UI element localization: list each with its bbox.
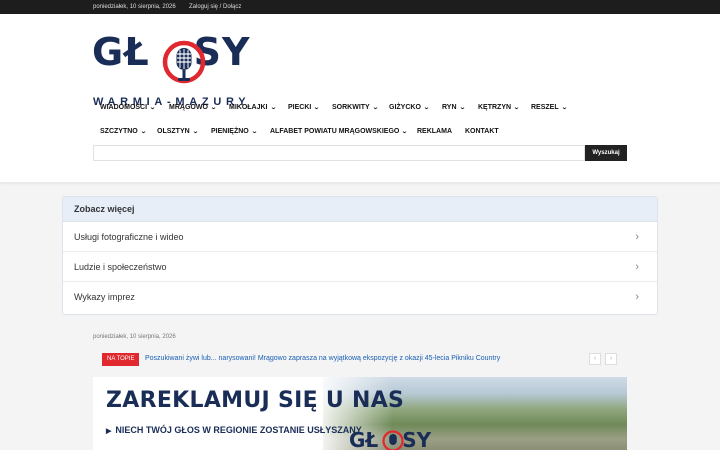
chevron-down-icon: ⌄ [458, 105, 466, 111]
nav-item-olsztyn[interactable]: OLSZTYN ⌄ [157, 128, 198, 135]
see-more-item-events[interactable]: Wykazy imprez › [63, 282, 657, 312]
login-link[interactable]: Zaloguj się / Dołącz [189, 4, 241, 10]
see-more-box: Zobacz więcej Usługi fotograficzne i wid… [62, 196, 658, 315]
chevron-right-icon: › [635, 261, 639, 273]
nav-item-mikołajki[interactable]: MIKOŁAJKI ⌄ [229, 104, 276, 111]
microphone-icon [382, 430, 404, 450]
chevron-down-icon: ⌄ [513, 105, 520, 111]
nav-item-piecki[interactable]: PIECKI ⌄ [288, 104, 321, 111]
site-logo[interactable]: GŁ SY WARMIA-MAZURY [92, 28, 257, 108]
top-bar-date: poniedziałek, 10 sierpnia, 2026 [93, 4, 176, 10]
news-ticker: NA TOPIE Poszukiwani żywi lub... narysow… [102, 353, 627, 366]
nav-item-kontakt[interactable]: KONTAKT [465, 128, 499, 135]
ticker-headline-link[interactable]: Poszukiwani żywi lub... narysowani! Mrąg… [145, 355, 500, 362]
chevron-down-icon: ⌄ [250, 129, 258, 135]
chevron-down-icon: ⌄ [191, 129, 199, 135]
chevron-left-icon[interactable]: ‹ [589, 353, 601, 365]
chevron-down-icon: ⌄ [423, 105, 430, 111]
chevron-down-icon: ⌄ [210, 105, 217, 111]
nav-item-szczytno[interactable]: SZCZYTNO ⌄ [100, 128, 147, 135]
ad-subtitle: ▶ NIECH TWÓJ GŁOS W REGIONIE ZOSTANIE USŁ… [106, 425, 362, 435]
chevron-down-icon: ⌄ [401, 129, 409, 135]
chevron-right-icon[interactable]: › [605, 353, 617, 365]
search-input[interactable] [93, 145, 585, 161]
main-nav-row-2: SZCZYTNO ⌄ OLSZTYN ⌄ PIENIĘŻNO ⌄ ALFABET POWIA… [93, 123, 633, 141]
nav-item-wiadomości[interactable]: WIADOMOŚCI ⌄ [100, 104, 156, 111]
nav-item-sorkwity[interactable]: SORKWITY ⌄ [332, 104, 379, 111]
ticker-badge: NA TOPIE [102, 353, 140, 366]
site-header: GŁ SY WARMIA-MAZURY WIADOMOŚCI ⌄ MRĄGOWO ⌄ MI… [0, 14, 720, 182]
nav-item-alfabet-powiatu-mrągowskiego[interactable]: ALFABET POWIATU MRĄGOWSKIEGO ⌄ [270, 128, 409, 135]
main-nav-row-1: WIADOMOŚCI ⌄ MRĄGOWO ⌄ MIKOŁAJKI ⌄ PIECKI ⌄ SORK… [93, 99, 633, 117]
nav-item-reklama[interactable]: REKLAMA [417, 128, 452, 135]
play-triangle-icon: ▶ [106, 428, 112, 435]
search-button[interactable]: Wyszukaj [585, 145, 627, 161]
ad-title: ZAREKLAMUJ SIĘ U NAS [106, 388, 405, 413]
nav-item-giżycko[interactable]: GIŻYCKO ⌄ [389, 104, 430, 111]
chevron-down-icon: ⌄ [269, 105, 277, 111]
see-more-item-label: Wykazy imprez [74, 292, 135, 302]
chevron-down-icon: ⌄ [313, 105, 321, 111]
microphone-icon [162, 40, 206, 84]
see-more-heading: Zobacz więcej [63, 197, 657, 222]
nav-item-ryn[interactable]: RYN ⌄ [442, 104, 465, 111]
nav-item-reszel[interactable]: RESZEL ⌄ [531, 104, 567, 111]
see-more-item-label: Ludzie i społeczeństwo [74, 262, 167, 272]
advertisement-banner[interactable]: ZAREKLAMUJ SIĘ U NAS ▶ NIECH TWÓJ GŁOS W … [93, 377, 627, 450]
nav-item-pieniężno[interactable]: PIENIĘŻNO ⌄ [211, 128, 258, 135]
chevron-down-icon: ⌄ [139, 129, 147, 135]
nav-item-kętrzyn[interactable]: KĘTRZYN ⌄ [478, 104, 520, 111]
content-date: poniedziałek, 10 sierpnia, 2026 [93, 334, 176, 340]
chevron-down-icon: ⌄ [560, 105, 568, 111]
chevron-down-icon: ⌄ [149, 105, 156, 111]
nav-item-mrągowo[interactable]: MRĄGOWO ⌄ [169, 104, 217, 111]
see-more-item-people-society[interactable]: Ludzie i społeczeństwo › [63, 252, 657, 282]
top-bar: poniedziałek, 10 sierpnia, 2026 Zaloguj … [0, 0, 720, 14]
chevron-down-icon: ⌄ [371, 105, 379, 111]
chevron-right-icon: › [635, 231, 639, 243]
see-more-item-label: Usługi fotograficzne i wideo [74, 232, 184, 242]
chevron-right-icon: › [635, 291, 639, 303]
see-more-item-photo-video[interactable]: Usługi fotograficzne i wideo › [63, 222, 657, 252]
